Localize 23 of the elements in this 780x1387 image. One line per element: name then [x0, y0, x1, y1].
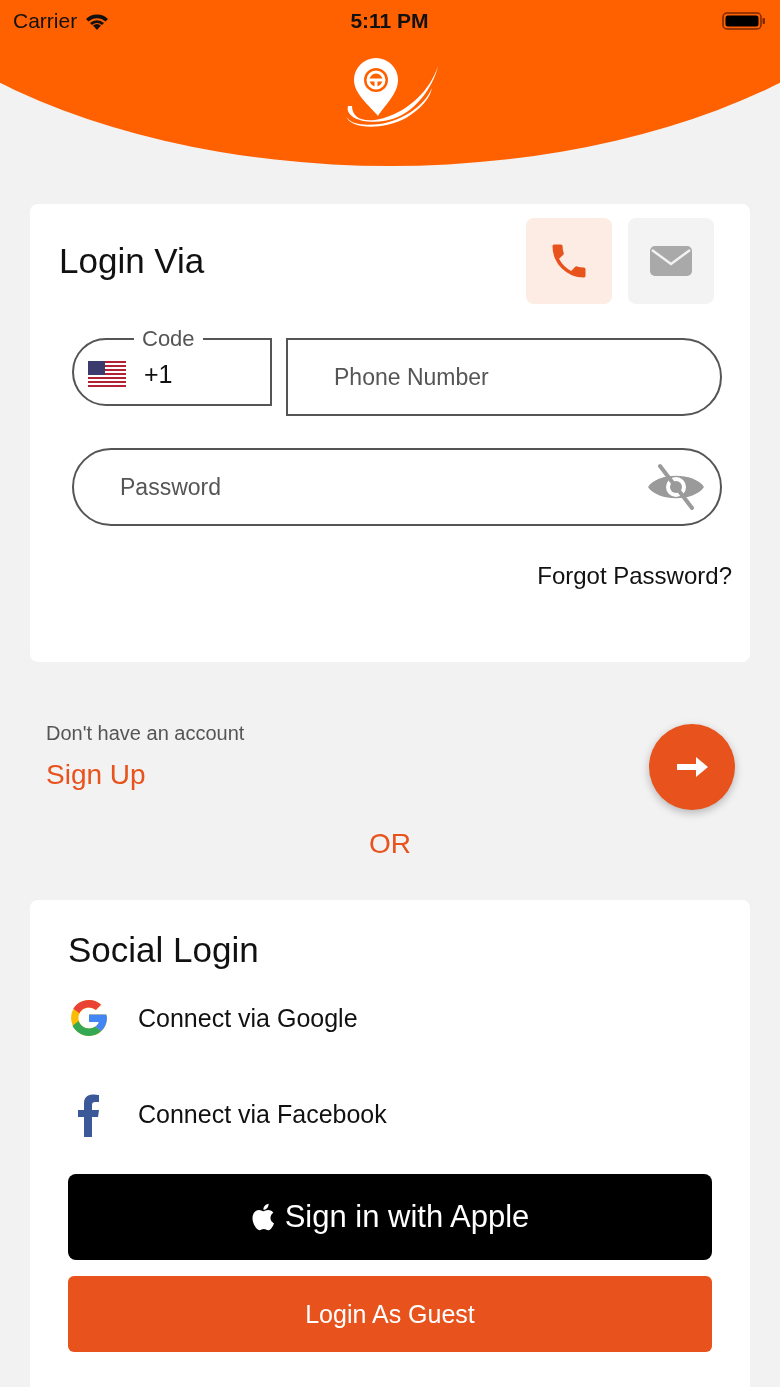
flag-icon [88, 361, 126, 387]
next-button[interactable] [649, 724, 735, 810]
signup-prompt: Don't have an account [46, 721, 245, 745]
google-icon [68, 997, 110, 1039]
guest-login-button[interactable]: Login As Guest [68, 1276, 712, 1352]
status-time: 5:11 PM [350, 9, 429, 33]
apple-sign-in-button[interactable]: Sign in with Apple [68, 1174, 712, 1260]
phone-tab[interactable] [526, 218, 612, 304]
phone-number-field[interactable]: Phone Number [286, 338, 722, 416]
envelope-icon [649, 244, 693, 278]
carrier-name: Carrier [13, 9, 78, 33]
battery-icon [722, 11, 766, 31]
card-title: Social Login [68, 930, 259, 970]
social-login-link[interactable]: Connect via Google [138, 1003, 358, 1033]
apple-icon [250, 1203, 275, 1231]
card-title: Login Via [59, 241, 205, 281]
arrow-right-icon [674, 754, 710, 780]
forgot-password-link[interactable]: Forgot Password? [537, 562, 732, 590]
social-login-link[interactable]: Connect via Facebook [138, 1099, 387, 1129]
eye-slash-icon[interactable] [646, 462, 706, 512]
email-tab[interactable] [628, 218, 714, 304]
or-divider-label: OR [369, 828, 411, 860]
password-field[interactable]: Password [72, 448, 722, 526]
